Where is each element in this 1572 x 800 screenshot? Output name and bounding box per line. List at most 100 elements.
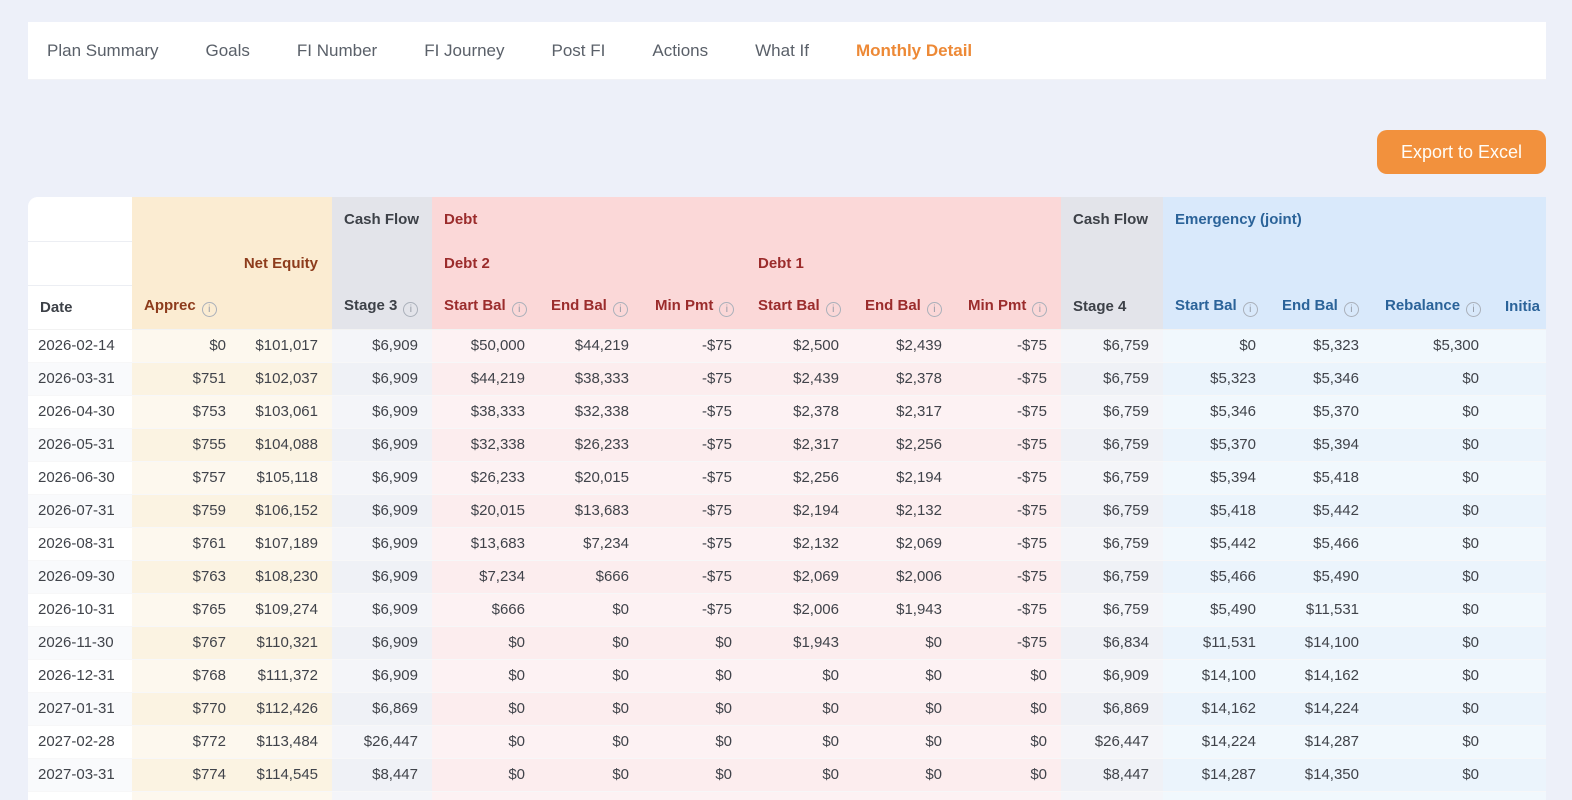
cell-date: 2026-12-31 (28, 659, 132, 692)
emergency-spacer (1163, 241, 1546, 285)
subgroup-debt-2: Debt 2 (432, 241, 746, 285)
cell-em-start-bal (1163, 791, 1270, 800)
cell-stage-3: $6,909 (332, 593, 432, 626)
cell-net-equity-value: $113,484 (240, 725, 332, 758)
cell-stage-4: $6,759 (1061, 362, 1163, 395)
cell-net-equity-value: $103,061 (240, 395, 332, 428)
cell-net-equity-value: $101,017 (240, 329, 332, 362)
col-header-debt2-start-bal: Start Bali (432, 285, 539, 329)
cell-debt2-start-bal: $50,000 (432, 329, 539, 362)
cell-debt1-end-bal: $2,378 (853, 362, 956, 395)
cell-debt1-start-bal: $0 (746, 725, 853, 758)
cell-debt2-end-bal: $0 (539, 659, 643, 692)
table-row: 2026-12-31$768$111,372$6,909$0$0$0$0$0$0… (28, 659, 1546, 692)
col-header-debt1-end-bal: End Bali (853, 285, 956, 329)
cell-em-end-bal: $14,162 (1270, 659, 1373, 692)
info-icon[interactable]: i (1243, 302, 1258, 317)
cell-net-equity-value: $105,118 (240, 461, 332, 494)
cell-em-end-bal: $5,370 (1270, 395, 1373, 428)
tab-actions[interactable]: Actions (652, 41, 708, 61)
cell-date: 2026-06-30 (28, 461, 132, 494)
cell-em-end-bal: $5,442 (1270, 494, 1373, 527)
info-icon[interactable]: i (403, 302, 418, 317)
cell-initial (1493, 494, 1546, 527)
corner-cell (28, 241, 132, 285)
cell-stage-4: $6,759 (1061, 527, 1163, 560)
table-row: 2026-10-31$765$109,274$6,909$666$0-$75$2… (28, 593, 1546, 626)
cell-rebalance (1373, 791, 1493, 800)
info-icon[interactable]: i (1344, 302, 1359, 317)
info-icon[interactable]: i (202, 302, 217, 317)
cell-rebalance: $0 (1373, 593, 1493, 626)
cell-debt1-end-bal: $2,317 (853, 395, 956, 428)
cell-debt2-start-bal: $44,219 (432, 362, 539, 395)
cell-date: 2026-11-30 (28, 626, 132, 659)
cell-debt2-start-bal: $0 (432, 692, 539, 725)
cell-apprec: $767 (132, 626, 240, 659)
col-header-em-end-bal: End Bali (1270, 285, 1373, 329)
cell-debt1-start-bal: $2,132 (746, 527, 853, 560)
cell-debt1-min-pmt (956, 791, 1061, 800)
cell-initial (1493, 461, 1546, 494)
cell-initial (1493, 593, 1546, 626)
cell-em-start-bal: $5,466 (1163, 560, 1270, 593)
cell-net-equity-value: $106,152 (240, 494, 332, 527)
cell-rebalance: $0 (1373, 692, 1493, 725)
cell-stage-3: $6,869 (332, 692, 432, 725)
info-icon[interactable]: i (1032, 302, 1047, 317)
cell-debt2-end-bal (539, 791, 643, 800)
cell-initial (1493, 428, 1546, 461)
tab-fi-number[interactable]: FI Number (297, 41, 377, 61)
cell-rebalance: $5,300 (1373, 329, 1493, 362)
cell-stage-4 (1061, 791, 1163, 800)
tab-post-fi[interactable]: Post FI (552, 41, 606, 61)
table-row: 2026-11-30$767$110,321$6,909$0$0$0$1,943… (28, 626, 1546, 659)
cell-em-end-bal: $5,466 (1270, 527, 1373, 560)
info-icon[interactable]: i (927, 302, 942, 317)
cell-em-start-bal: $5,370 (1163, 428, 1270, 461)
cell-em-start-bal: $11,531 (1163, 626, 1270, 659)
cell-debt1-start-bal: $0 (746, 692, 853, 725)
tab-fi-journey[interactable]: FI Journey (424, 41, 504, 61)
table-row: 2026-05-31$755$104,088$6,909$32,338$26,2… (28, 428, 1546, 461)
col-header-debt2-end-bal: End Bali (539, 285, 643, 329)
cell-em-start-bal: $5,490 (1163, 593, 1270, 626)
table-row: 2026-06-30$757$105,118$6,909$26,233$20,0… (28, 461, 1546, 494)
cell-date: 2027-01-31 (28, 692, 132, 725)
cell-apprec: $765 (132, 593, 240, 626)
cell-rebalance: $0 (1373, 560, 1493, 593)
tab-plan-summary[interactable]: Plan Summary (47, 41, 158, 61)
cell-date: 2026-08-31 (28, 527, 132, 560)
table-row: 2027-03-31$774$114,545$8,447$0$0$0$0$0$0… (28, 758, 1546, 791)
cell-debt1-start-bal: $2,439 (746, 362, 853, 395)
cell-debt1-start-bal: $2,378 (746, 395, 853, 428)
export-to-excel-button[interactable]: Export to Excel (1377, 130, 1546, 174)
tab-goals[interactable]: Goals (205, 41, 249, 61)
cell-stage-3: $6,909 (332, 428, 432, 461)
cell-net-equity-value: $111,372 (240, 659, 332, 692)
cell-em-end-bal: $5,323 (1270, 329, 1373, 362)
cell-debt1-end-bal: $2,439 (853, 329, 956, 362)
cell-em-end-bal: $5,418 (1270, 461, 1373, 494)
cell-apprec: $770 (132, 692, 240, 725)
cell-debt1-start-bal: $2,069 (746, 560, 853, 593)
cell-apprec (132, 791, 240, 800)
cell-debt1-start-bal: $2,256 (746, 461, 853, 494)
info-icon[interactable]: i (719, 302, 734, 317)
cell-date: 2027-02-28 (28, 725, 132, 758)
cell-debt1-end-bal: $0 (853, 758, 956, 791)
info-icon[interactable]: i (826, 302, 841, 317)
info-icon[interactable]: i (512, 302, 527, 317)
cell-net-equity-value: $108,230 (240, 560, 332, 593)
tab-monthly-detail[interactable]: Monthly Detail (856, 41, 972, 61)
cell-debt1-min-pmt: $0 (956, 758, 1061, 791)
info-icon[interactable]: i (1466, 302, 1481, 317)
cell-debt2-start-bal: $0 (432, 725, 539, 758)
cell-em-start-bal: $5,346 (1163, 395, 1270, 428)
info-icon[interactable]: i (613, 302, 628, 317)
col-header-date: Date (28, 285, 132, 329)
cell-stage-4: $6,834 (1061, 626, 1163, 659)
tab-what-if[interactable]: What If (755, 41, 809, 61)
cell-initial (1493, 362, 1546, 395)
cell-stage-4: $6,759 (1061, 494, 1163, 527)
